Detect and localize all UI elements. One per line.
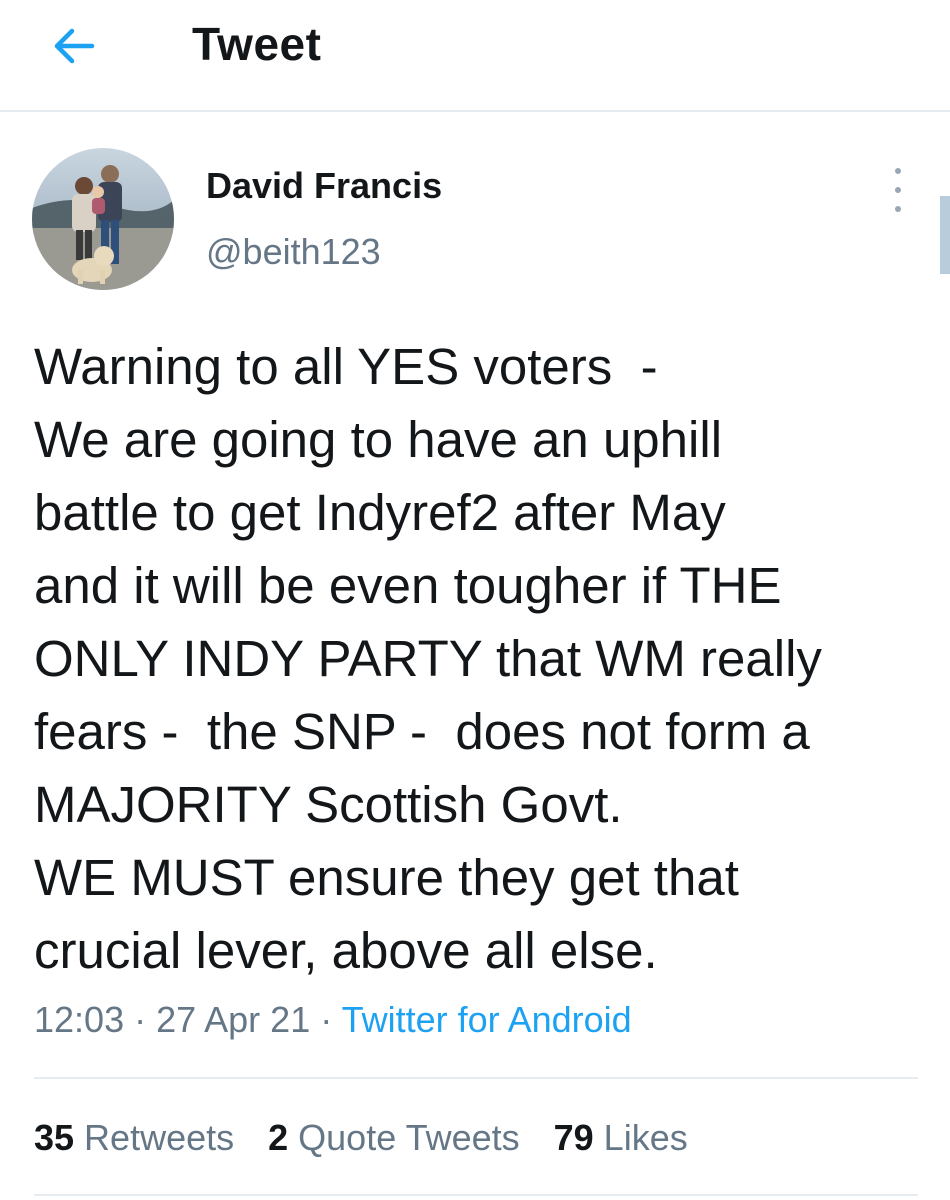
vertical-ellipsis-icon <box>895 168 901 174</box>
arrow-left-icon <box>54 28 95 64</box>
quote-tweets-stat[interactable]: 2 Quote Tweets <box>268 1114 520 1162</box>
divider <box>34 1077 918 1079</box>
tweet-line: fears - the SNP - does not form a <box>34 703 810 760</box>
author-name[interactable]: David Francis <box>206 166 442 206</box>
retweets-stat[interactable]: 35 Retweets <box>34 1114 234 1162</box>
tweet-time: 12:03 <box>34 999 125 1040</box>
tweet-page: Tweet David Francis @beith123 Warning to… <box>0 0 950 1200</box>
engagement-stats: 35 Retweets 2 Quote Tweets 79 Likes <box>34 1114 688 1162</box>
retweets-count: 35 <box>34 1117 75 1158</box>
tweet-text: Warning to all YES voters - We are going… <box>34 330 934 987</box>
divider <box>34 1194 918 1196</box>
vertical-ellipsis-icon <box>895 206 901 212</box>
back-button[interactable] <box>46 18 102 74</box>
likes-stat[interactable]: 79 Likes <box>554 1114 688 1162</box>
avatar[interactable] <box>32 148 174 290</box>
tweet-source-link[interactable]: Twitter for Android <box>342 999 632 1040</box>
scrollbar-thumb[interactable] <box>940 196 950 274</box>
tweet-line: Warning to all YES voters - <box>34 338 658 395</box>
tweet-line: crucial lever, above all else. <box>34 922 658 979</box>
author-handle[interactable]: @beith123 <box>206 232 381 272</box>
likes-label: Likes <box>603 1117 688 1158</box>
more-options-button[interactable] <box>884 168 912 212</box>
tweet-meta: 12:03 · 27 Apr 21 · Twitter for Android <box>34 999 632 1040</box>
tweet-line: WE MUST ensure they get that <box>34 849 739 906</box>
tweet-line: ONLY INDY PARTY that WM really <box>34 630 822 687</box>
retweets-label: Retweets <box>84 1117 235 1158</box>
page-title: Tweet <box>192 18 322 70</box>
vertical-ellipsis-icon <box>895 187 901 193</box>
top-bar: Tweet <box>0 0 950 112</box>
tweet-line: MAJORITY Scottish Govt. <box>34 776 623 833</box>
tweet-line: and it will be even tougher if THE <box>34 557 782 614</box>
quote-tweets-count: 2 <box>268 1117 289 1158</box>
quote-tweets-label: Quote Tweets <box>298 1117 520 1158</box>
avatar-photo <box>32 148 174 290</box>
tweet-line: We are going to have an uphill <box>34 411 723 468</box>
likes-count: 79 <box>553 1117 594 1158</box>
tweet-line: battle to get Indyref2 after May <box>34 484 726 541</box>
tweet-date: 27 Apr 21 <box>156 999 311 1040</box>
